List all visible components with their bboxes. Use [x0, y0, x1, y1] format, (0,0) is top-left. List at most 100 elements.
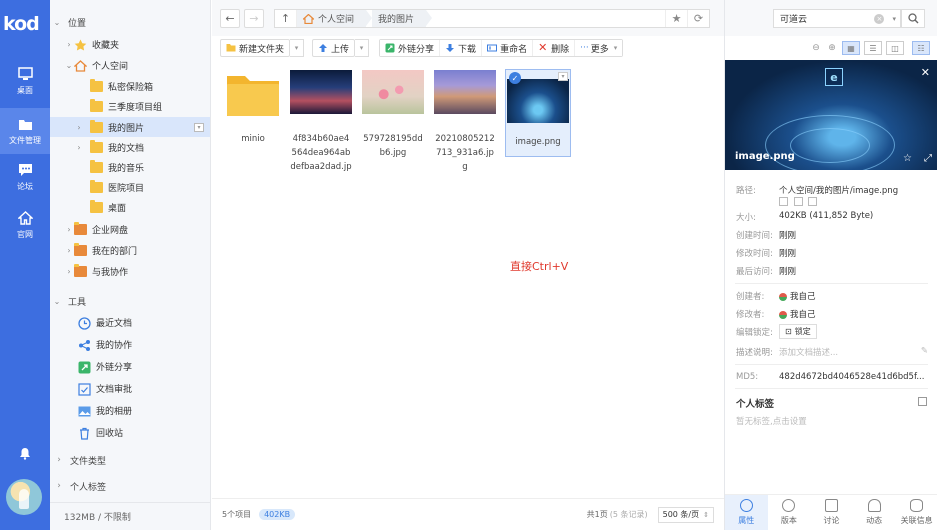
storage-usage: 132MB / 不限制 — [50, 502, 210, 530]
tree-item-my-documents[interactable]: › 我的文档 — [50, 137, 210, 157]
tag-settings-icon[interactable] — [918, 397, 927, 406]
tool-recent-docs[interactable]: 最近文档 — [50, 312, 210, 332]
tree-item-my-department[interactable]: › 我在的部门 — [50, 240, 210, 260]
app-logo[interactable]: kod — [3, 13, 40, 35]
tags-hint[interactable]: 暂无标签,点击设置 — [736, 415, 807, 427]
chevron-down-icon[interactable]: ▾ — [194, 122, 204, 132]
link-icon[interactable] — [793, 197, 803, 206]
rail-item-file-manager[interactable]: 文件管理 — [0, 108, 50, 154]
rename-button[interactable]: 重命名 — [482, 40, 534, 56]
qrcode-icon[interactable] — [808, 197, 818, 206]
home-icon — [73, 59, 88, 72]
file-item-minio[interactable]: minio — [220, 70, 286, 146]
search-bar-area: 可道云 × ▾ — [725, 0, 937, 36]
tree-item-collaborating[interactable]: › 与我协作 — [50, 261, 210, 281]
tree-section-location[interactable]: ⌄ 位置 — [50, 13, 210, 31]
rail-item-website[interactable]: 官网 — [0, 202, 50, 248]
arrow-up-icon[interactable]: ↑ — [275, 10, 297, 27]
chevron-down-icon[interactable]: ▾ — [355, 39, 370, 57]
new-folder-group: 新建文件夹 ▾ — [220, 39, 305, 57]
star-icon[interactable]: ☆ — [903, 153, 912, 164]
home-icon — [17, 210, 33, 226]
clear-icon[interactable]: × — [874, 13, 885, 24]
per-page-select[interactable]: 500 条/页 ⇕ — [657, 506, 714, 523]
tab-related-info[interactable]: 关联信息 — [895, 495, 937, 530]
user-avatar[interactable] — [6, 479, 42, 515]
tree-section-personal-tags[interactable]: › 个人标签 — [50, 477, 210, 495]
list-view-icon[interactable]: ☰ — [864, 41, 882, 55]
tool-doc-approval[interactable]: 文档审批 — [50, 378, 210, 398]
tree-item-desktop[interactable]: 桌面 — [50, 197, 210, 217]
prop-created: 创建时间: 刚刚 — [736, 231, 797, 241]
lock-button[interactable]: ⊡ 锁定 — [779, 324, 817, 339]
search-input[interactable]: 可道云 × ▾ — [773, 9, 901, 28]
close-icon[interactable]: ✕ — [921, 66, 930, 79]
tab-activity[interactable]: 动态 — [853, 495, 896, 530]
search-button[interactable] — [901, 9, 925, 28]
folder-icon — [74, 263, 87, 277]
zoom-in-icon[interactable]: ⊕ — [826, 43, 838, 53]
tree-section-tools[interactable]: ⌄ 工具 — [50, 292, 210, 310]
chevron-down-icon[interactable]: ▾ — [558, 72, 568, 81]
file-preview[interactable]: e ✕ image.png ☆ ⤢ — [725, 60, 937, 170]
tree-item-private-safe[interactable]: 私密保险箱 — [50, 76, 210, 96]
star-icon[interactable]: ★ — [665, 10, 687, 27]
copy-icon[interactable] — [779, 197, 788, 206]
edit-icon[interactable]: ✎ — [921, 346, 928, 358]
rail-item-desktop[interactable]: 桌面 — [0, 58, 50, 104]
share-link-button[interactable]: 外链分享 — [380, 40, 441, 56]
breadcrumb-personal-space[interactable]: 个人空间 — [297, 10, 373, 27]
refresh-icon[interactable]: ⟳ — [687, 10, 709, 27]
clock-icon — [78, 316, 91, 330]
download-button[interactable]: 下载 — [440, 40, 483, 56]
tool-share-links[interactable]: 外链分享 — [50, 356, 210, 376]
tool-recycle-bin[interactable]: 回收站 — [50, 422, 210, 442]
preview-badge: e — [825, 68, 843, 86]
tree-item-q3-project[interactable]: 三季度项目组 — [50, 96, 210, 116]
tab-properties[interactable]: 属性 — [725, 495, 768, 530]
file-item-image[interactable]: 20210805212713_931a6.jpg — [432, 70, 498, 174]
image-thumbnail — [434, 70, 496, 114]
tab-discussion[interactable]: 讨论 — [810, 495, 853, 530]
divider — [735, 364, 928, 365]
image-thumbnail — [290, 70, 352, 114]
rail-item-forum[interactable]: 论坛 — [0, 154, 50, 200]
prop-modified: 修改时间: 刚刚 — [736, 249, 797, 259]
bell-icon[interactable] — [18, 446, 32, 460]
tree-item-personal-space[interactable]: ⌄ 个人空间 — [50, 55, 210, 75]
file-item-image[interactable]: 579728195ddb6.jpg — [360, 70, 426, 160]
back-button[interactable]: ← — [220, 9, 240, 28]
tree-item-favorites[interactable]: › 收藏夹 — [50, 34, 210, 54]
grid-view-icon[interactable]: ▦ — [842, 41, 860, 55]
zoom-out-icon[interactable]: ⊖ — [810, 43, 822, 53]
chevron-down-icon: ⌄ — [53, 17, 61, 27]
description-input[interactable]: 添加文档描述... — [779, 346, 921, 358]
link-share-icon — [385, 43, 395, 53]
breadcrumb-my-pictures[interactable]: 我的图片 — [372, 10, 433, 27]
tool-my-collab[interactable]: 我的协作 — [50, 334, 210, 354]
path-link[interactable]: 个人空间/我的图片/image.png — [779, 184, 937, 196]
chevron-down-icon[interactable]: ▾ — [892, 15, 896, 23]
new-folder-button[interactable]: 新建文件夹 — [220, 39, 291, 57]
trash-icon — [78, 427, 91, 440]
tree-item-my-music[interactable]: 我的音乐 — [50, 157, 210, 177]
file-item-image[interactable]: 4f834b60ae4564dea964abdefbaa2dad.jp — [288, 70, 354, 174]
tree-item-my-pictures[interactable]: › 我的图片 ▾ — [50, 117, 210, 137]
expand-icon[interactable]: ⤢ — [924, 153, 932, 164]
chevron-down-icon[interactable]: ▾ — [290, 39, 305, 57]
delete-button[interactable]: ✕ 删除 — [533, 40, 576, 56]
prop-accessed: 最后访问: 刚刚 — [736, 267, 797, 277]
folder-icon — [74, 242, 87, 256]
tool-my-album[interactable]: 我的相册 — [50, 400, 210, 420]
split-view-icon[interactable]: ◫ — [886, 41, 904, 55]
tree-item-enterprise-drive[interactable]: › 企业网盘 — [50, 219, 210, 239]
tree-item-hospital-project[interactable]: 医院项目 — [50, 177, 210, 197]
tree-section-file-types[interactable]: › 文件类型 — [50, 451, 210, 469]
more-button[interactable]: ··· 更多 ▾ — [575, 40, 623, 56]
file-item-image-selected[interactable]: ✓ ▾ image.png — [505, 69, 571, 157]
check-icon[interactable]: ✓ — [509, 72, 521, 84]
upload-button[interactable]: 上传 — [312, 39, 356, 57]
tab-versions[interactable]: 版本 — [768, 495, 811, 530]
detail-pane-icon[interactable]: ☷ — [912, 41, 930, 55]
forward-button[interactable]: → — [244, 9, 264, 28]
